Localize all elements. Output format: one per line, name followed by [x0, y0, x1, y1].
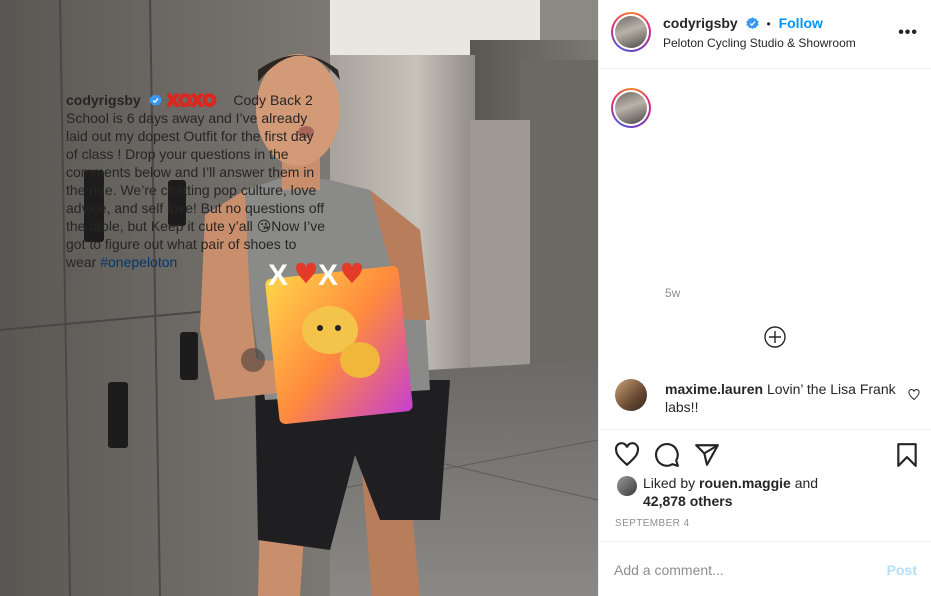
caption-avatar[interactable] [611, 88, 651, 128]
author-username[interactable]: codyrigsby [663, 15, 738, 31]
like-heart-icon[interactable] [614, 442, 640, 468]
likes-and: and [790, 475, 819, 491]
caption-verified-badge-icon [148, 94, 162, 107]
likes-summary: Liked by rouen.maggie and 42,878 others [643, 474, 818, 510]
hashtag-link[interactable]: #onepeloton [100, 254, 177, 270]
header-separator: • [766, 17, 771, 31]
likes-prefix: Liked by [643, 475, 700, 491]
post-caption: codyrigsby XOXO Cody Back 2 School is 6 … [66, 91, 328, 271]
caption-age[interactable]: 5w [665, 286, 680, 300]
photo-illustration: X X [0, 0, 598, 596]
save-bookmark-icon[interactable] [894, 442, 920, 468]
comment-like-heart-icon[interactable] [908, 389, 920, 401]
liker-username[interactable]: rouen.maggie [699, 475, 791, 491]
share-paper-plane-icon[interactable] [694, 442, 720, 468]
svg-text:XOXO: XOXO [167, 91, 216, 108]
post-comment-button[interactable]: Post [887, 562, 917, 578]
location-link[interactable]: Peloton Cycling Studio & Showroom [663, 36, 856, 50]
author-avatar[interactable] [611, 12, 651, 52]
caption-text-1: Cody Back 2 School is 6 days away and I’… [66, 92, 325, 234]
post-date[interactable]: SEPTEMBER 4 [615, 518, 689, 529]
xoxo-emoji-icon: XOXO [167, 91, 217, 108]
instagram-post-window: X X codyrigsby • Follow Peloton Cycling … [0, 0, 931, 596]
comment-bubble-icon[interactable] [654, 442, 680, 468]
load-more-comments-icon[interactable] [764, 326, 786, 348]
kiss-emoji-icon: 😘 [256, 218, 272, 234]
likes-count[interactable]: 42,878 others [643, 493, 733, 509]
post-header: codyrigsby • Follow Peloton Cycling Stud… [599, 0, 931, 69]
liker-avatar[interactable] [617, 476, 637, 496]
post-photo[interactable]: X X [0, 0, 598, 596]
follow-button[interactable]: Follow [779, 15, 823, 31]
comment-username[interactable]: maxime.lauren [665, 381, 763, 397]
verified-badge-icon [745, 17, 759, 30]
add-comment-bar: Add a comment... Post [598, 541, 931, 596]
header-name-row: codyrigsby • Follow [663, 15, 823, 31]
caption-username[interactable]: codyrigsby [66, 92, 141, 108]
add-comment-input[interactable]: Add a comment... [614, 562, 724, 578]
comment-item: maxime.lauren Lovin’ the Lisa Frank labs… [665, 380, 905, 416]
commenter-avatar[interactable] [615, 379, 647, 411]
more-options-icon[interactable]: ••• [898, 24, 918, 42]
